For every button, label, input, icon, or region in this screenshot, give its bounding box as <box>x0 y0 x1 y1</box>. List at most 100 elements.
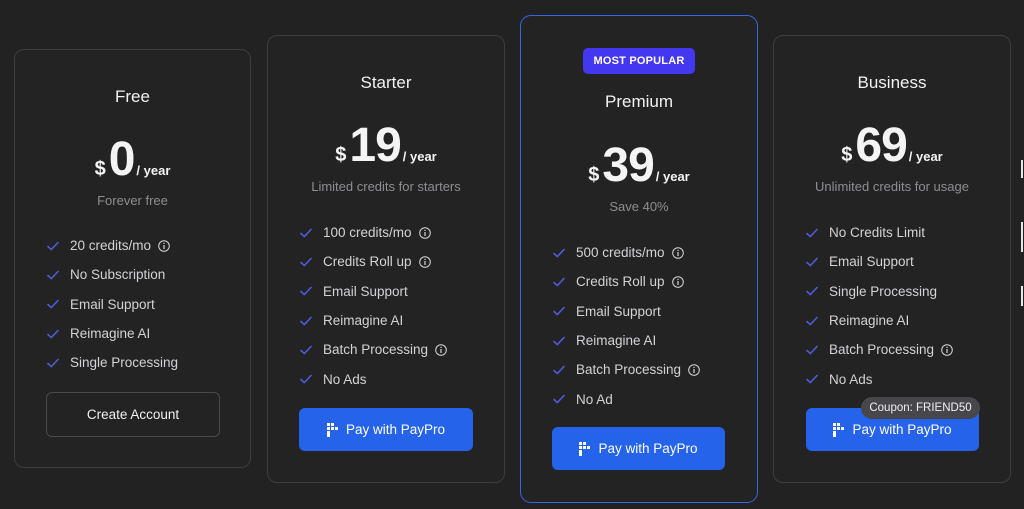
feature-item: Batch Processing <box>300 335 447 364</box>
plan-price: $ 19 / year <box>268 122 504 170</box>
plan-subtitle: Unlimited credits for usage <box>815 179 969 194</box>
edge-artifact <box>1021 222 1023 252</box>
price-amount: 19 <box>349 119 401 172</box>
feature-item: No Ad <box>553 384 700 413</box>
pay-with-paypro-button[interactable]: Pay with PayPro <box>552 427 725 470</box>
plan-name: Free <box>115 87 150 106</box>
currency-symbol: $ <box>335 144 347 166</box>
checkmark-icon <box>300 257 312 267</box>
checkmark-icon <box>47 241 59 251</box>
price-period: / year <box>136 163 171 178</box>
feature-label: No Credits Limit <box>829 225 926 241</box>
feature-label: 20 credits/mo <box>70 238 152 254</box>
feature-label: Batch Processing <box>576 362 682 378</box>
pay-with-paypro-button[interactable]: Pay with PayPro <box>299 408 473 451</box>
plan-price: $ 69 / year <box>774 122 1010 170</box>
paypro-logo-icon <box>326 422 338 437</box>
feature-item: Single Processing <box>806 277 953 306</box>
info-icon[interactable] <box>435 344 447 356</box>
price-period: / year <box>402 149 437 164</box>
plan-name: Premium <box>604 92 673 111</box>
feature-item: Email Support <box>300 277 447 306</box>
button-label: Pay with PayPro <box>345 422 446 437</box>
feature-label: Single Processing <box>829 283 938 299</box>
paypro-logo-icon <box>833 422 845 437</box>
feature-label: Email Support <box>576 303 661 319</box>
edge-artifact <box>1021 286 1023 306</box>
create-account-button[interactable]: Create Account <box>46 392 220 437</box>
feature-item: Reimagine AI <box>300 306 447 335</box>
plan-price: $ 39 / year <box>521 142 757 190</box>
feature-label: No Ad <box>576 391 613 407</box>
price-amount: 69 <box>855 119 907 172</box>
plan-card-starter: Starter $ 19 / year Limited credits for … <box>267 35 505 483</box>
feature-label: No Ads <box>829 371 873 387</box>
feature-item: Reimagine AI <box>806 306 953 335</box>
info-icon[interactable] <box>688 364 700 376</box>
checkmark-icon <box>300 286 312 296</box>
feature-item: Email Support <box>47 290 178 319</box>
checkmark-icon <box>553 394 565 404</box>
info-icon[interactable] <box>418 226 431 239</box>
feature-label: No Subscription <box>70 267 166 283</box>
feature-label: Reimagine AI <box>576 333 657 349</box>
currency-symbol: $ <box>94 158 106 180</box>
plan-price: $ 0 / year <box>15 136 250 184</box>
feature-item: No Credits Limit <box>806 218 953 247</box>
checkmark-icon <box>300 316 312 325</box>
info-icon[interactable] <box>671 276 684 288</box>
checkmark-icon <box>806 345 818 355</box>
feature-item: Email Support <box>553 297 700 326</box>
feature-item: No Ads <box>300 364 447 393</box>
plan-card-business: Business $ 69 / year Unlimited credits f… <box>773 35 1011 483</box>
feature-item: 20 credits/mo <box>47 231 178 260</box>
checkmark-icon <box>300 345 312 355</box>
info-icon[interactable] <box>418 256 431 268</box>
feature-item: No Subscription <box>47 260 178 289</box>
feature-item: No Ads <box>806 364 953 393</box>
feature-label: Batch Processing <box>323 342 429 358</box>
checkmark-icon <box>47 270 59 280</box>
feature-list: 100 credits/mo Credits Roll up Email Suppo… <box>300 218 447 394</box>
most-popular-badge: MOST POPULAR <box>583 48 695 74</box>
currency-symbol: $ <box>588 164 600 186</box>
price-period: / year <box>908 149 943 164</box>
plan-subtitle: Limited credits for starters <box>311 179 461 194</box>
info-icon[interactable] <box>158 239 170 252</box>
checkmark-icon <box>553 277 565 287</box>
checkmark-icon <box>47 329 59 338</box>
feature-label: 100 credits/mo <box>323 225 412 241</box>
feature-label: Credits Roll up <box>576 274 665 290</box>
feature-item: 500 credits/mo <box>553 238 700 267</box>
feature-label: Email Support <box>323 283 408 299</box>
coupon-tooltip: Coupon: FRIEND50 <box>861 397 980 419</box>
checkmark-icon <box>553 336 565 345</box>
price-period: / year <box>655 169 690 184</box>
feature-label: Reimagine AI <box>70 326 151 342</box>
checkmark-icon <box>553 306 565 316</box>
button-label: Pay with PayPro <box>852 422 952 437</box>
feature-label: Email Support <box>829 254 914 270</box>
checkmark-icon <box>806 257 818 267</box>
feature-item: Credits Roll up <box>300 247 447 276</box>
feature-label: No Ads <box>323 371 367 387</box>
checkmark-icon <box>553 365 565 375</box>
info-icon[interactable] <box>671 246 684 259</box>
checkmark-icon <box>806 374 818 384</box>
checkmark-icon <box>47 299 59 309</box>
feature-item: Batch Processing <box>806 335 953 364</box>
feature-item: Reimagine AI <box>553 326 700 355</box>
feature-item: 100 credits/mo <box>300 218 447 247</box>
checkmark-icon <box>300 374 312 384</box>
feature-label: Reimagine AI <box>829 313 910 329</box>
feature-list: No Credits Limit Email Support Single Proc… <box>806 218 953 394</box>
currency-symbol: $ <box>841 144 853 166</box>
plan-subtitle: Save 40% <box>609 199 669 214</box>
button-label: Pay with PayPro <box>598 441 698 456</box>
feature-label: 500 credits/mo <box>576 245 665 261</box>
checkmark-icon <box>806 316 818 325</box>
feature-item: Single Processing <box>47 348 178 377</box>
info-icon[interactable] <box>941 344 953 356</box>
feature-item: Reimagine AI <box>47 319 178 348</box>
plan-card-premium: MOST POPULAR Premium $ 39 / year Save 40… <box>520 15 758 503</box>
